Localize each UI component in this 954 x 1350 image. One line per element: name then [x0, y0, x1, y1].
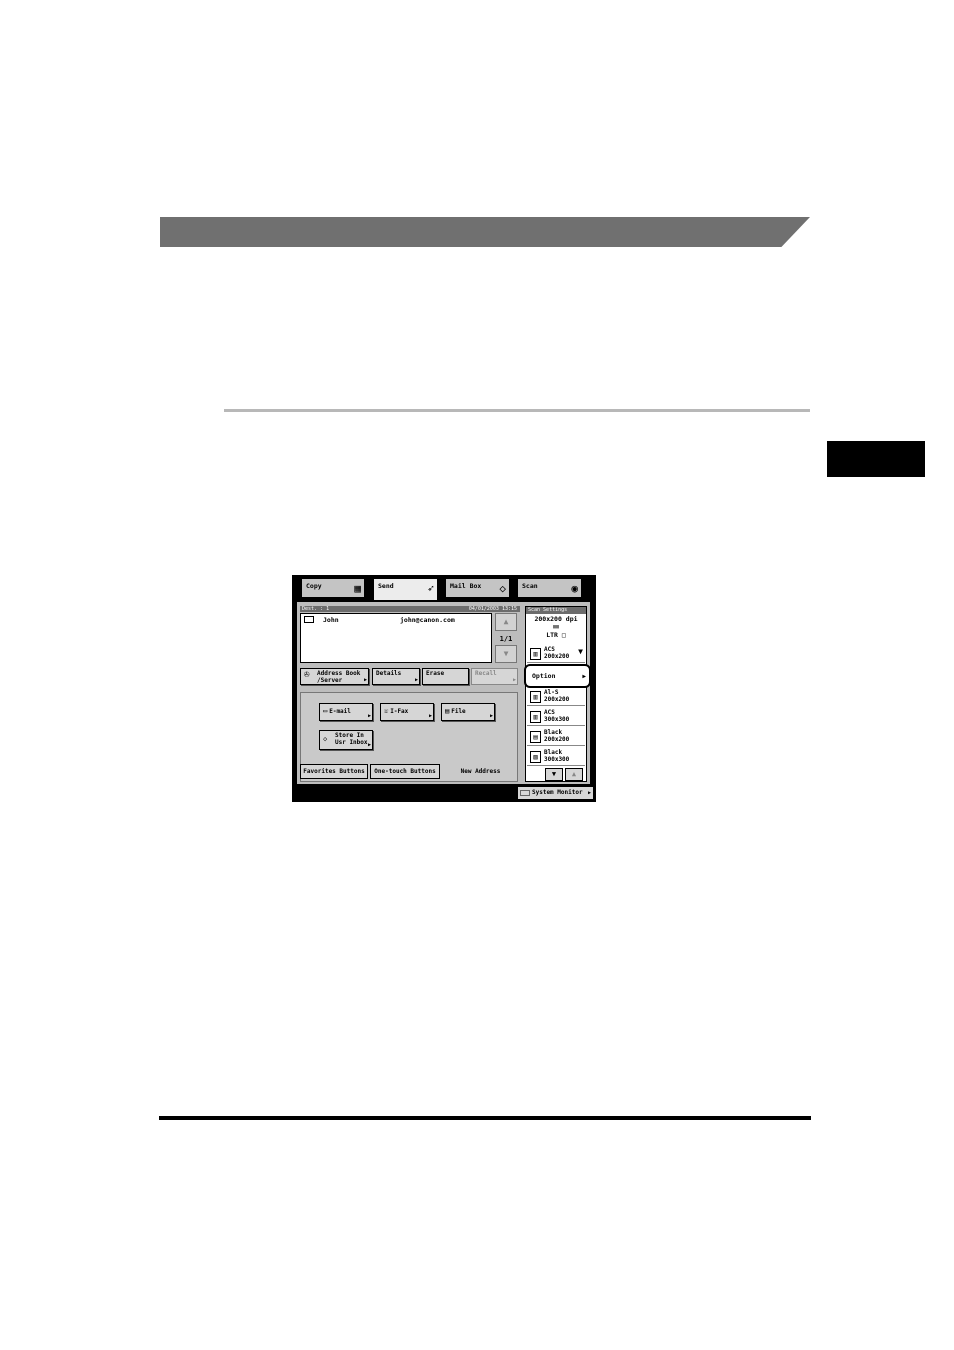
file-label: File: [451, 708, 466, 715]
mode-scroll-up-button[interactable]: ▲: [565, 768, 583, 781]
tab-favorites-buttons[interactable]: Favorites Buttons: [300, 764, 368, 779]
orientation-icon: □: [561, 631, 566, 639]
mode-2-line2: 300x300: [544, 715, 570, 723]
scroll-up-button[interactable]: ▲: [495, 613, 517, 631]
density-icon: ▥▥: [552, 624, 560, 630]
acs-icon: ▥: [530, 648, 541, 660]
recall-button[interactable]: Recall ▶: [471, 668, 518, 685]
tab-one-touch-buttons[interactable]: One-touch Buttons: [370, 764, 440, 779]
erase-button[interactable]: Erase: [422, 668, 469, 685]
ifax-label: I-Fax: [390, 708, 409, 715]
black-mode-icon: ▤: [530, 731, 541, 743]
section-heading-bar: [160, 217, 810, 247]
arrow-right-icon: ▶: [363, 676, 367, 683]
email-button[interactable]: ▭ E-mail ▶: [319, 703, 373, 721]
current-mode-dropdown[interactable]: ▥ ACS 200x200 ▼: [527, 645, 585, 663]
scan-icon: ◉: [571, 582, 578, 595]
send-main-panel: Dest. : 1 04/01/2003 13:15 John john@can…: [297, 602, 590, 784]
ifax-icon: ☏: [384, 707, 389, 715]
send-icon: ➶: [427, 582, 434, 595]
details-label: Details: [376, 670, 402, 677]
store-in-user-inbox-button[interactable]: ◇ Store In Usr Inbox ▶: [319, 730, 373, 750]
tab-new-address[interactable]: New Address: [444, 765, 517, 780]
tab-scan-label: Scan: [522, 582, 538, 590]
address-book-icon: ✇: [304, 670, 310, 680]
mode-1-line2: 200x200: [544, 695, 570, 703]
tab-copy-label: Copy: [306, 582, 322, 590]
ifax-button[interactable]: ☏ I-Fax ▶: [380, 703, 434, 721]
arrow-right-icon: ▶: [367, 712, 371, 719]
mailbox-icon: ◇: [499, 582, 506, 595]
current-mode-label-2: 200x200: [544, 652, 570, 660]
file-icon: ▤: [445, 707, 450, 715]
destination-count: Dest. : 1: [302, 606, 330, 612]
arrow-right-icon: ▶: [367, 741, 371, 748]
store-label-2: Usr Inbox: [335, 738, 368, 746]
email-label: E-mail: [329, 708, 351, 715]
mode-item-4[interactable]: ▧ Black 300x300: [527, 748, 585, 766]
mode-scroll-down-button[interactable]: ▼: [545, 768, 563, 781]
scroll-down-button[interactable]: ▼: [495, 645, 517, 663]
email-icon: [304, 616, 314, 623]
tab-send[interactable]: Send ➶: [373, 578, 438, 600]
mode-4-line2: 300x300: [544, 755, 570, 763]
envelope-icon: ▭: [323, 707, 328, 715]
chevron-down-icon: ▼: [578, 647, 583, 656]
mode-item-3[interactable]: ▤ Black 200x200: [527, 728, 585, 746]
arrow-right-icon: ▶: [512, 676, 516, 683]
copy-icon: ▦: [354, 582, 361, 595]
destination-header: Dest. : 1 04/01/2003 13:15: [300, 606, 520, 612]
scan-settings-summary: 200x200 dpi ▥▥ LTR □: [526, 614, 586, 639]
date-time: 04/01/2003 13:15: [468, 606, 517, 612]
option-button[interactable]: Option ▶: [524, 664, 591, 688]
paper-size: LTR □: [526, 631, 586, 639]
tab-scan[interactable]: Scan ◉: [517, 578, 582, 598]
system-monitor-button[interactable]: System Monitor ▶: [517, 786, 594, 800]
tab-send-label: Send: [378, 582, 394, 590]
arrow-right-icon: ▶: [489, 712, 493, 719]
destination-address: john@canon.com: [400, 616, 455, 624]
scan-settings-header: Scan Settings: [526, 607, 586, 614]
erase-label: Erase: [426, 670, 445, 677]
black-mode-icon: ▧: [530, 751, 541, 763]
page-indicator: 1/1: [499, 635, 513, 643]
tab-mail-box-label: Mail Box: [450, 582, 482, 590]
mode-item-1[interactable]: ▥ Al-S 200x200: [527, 688, 585, 706]
address-book-label-2: /Server: [317, 676, 343, 684]
tab-copy[interactable]: Copy ▦: [301, 578, 365, 598]
footer-rule: [159, 1116, 811, 1120]
step-divider: [224, 409, 810, 412]
arrow-right-icon: ▶: [582, 673, 586, 680]
option-label: Option: [532, 672, 556, 680]
arrow-right-icon: ▶: [587, 790, 591, 796]
inbox-icon: ◇: [323, 735, 328, 743]
address-book-button[interactable]: ✇ Address Book /Server ▶: [300, 668, 369, 685]
chapter-tab: [827, 441, 925, 477]
list-item[interactable]: John john@canon.com: [301, 616, 491, 624]
tab-mail-box[interactable]: Mail Box ◇: [445, 578, 510, 598]
color-mode-icon: ▥: [530, 691, 541, 703]
system-monitor-label: System Monitor: [532, 789, 583, 796]
destination-name: John: [323, 616, 339, 624]
arrow-right-icon: ▶: [428, 712, 432, 719]
arrow-right-icon: ▶: [414, 676, 418, 683]
mode-item-2[interactable]: ▥ ACS 300x300: [527, 708, 585, 726]
resolution-value: 200x200 dpi: [534, 615, 578, 623]
touch-panel-screenshot: Copy ▦ Send ➶ Mail Box ◇ Scan ◉ Dest. : …: [292, 575, 596, 802]
acs-icon: ▥: [530, 711, 541, 723]
details-button[interactable]: Details ▶: [372, 668, 420, 685]
scan-settings-panel: Scan Settings 200x200 dpi ▥▥ LTR □ ▥ ACS…: [525, 606, 587, 782]
paper-size-value: LTR: [546, 631, 558, 639]
recall-label: Recall: [475, 670, 497, 677]
destination-list[interactable]: John john@canon.com: [300, 613, 492, 663]
monitor-icon: [520, 790, 530, 796]
file-button[interactable]: ▤ File ▶: [441, 703, 495, 721]
mode-3-line2: 200x200: [544, 735, 570, 743]
